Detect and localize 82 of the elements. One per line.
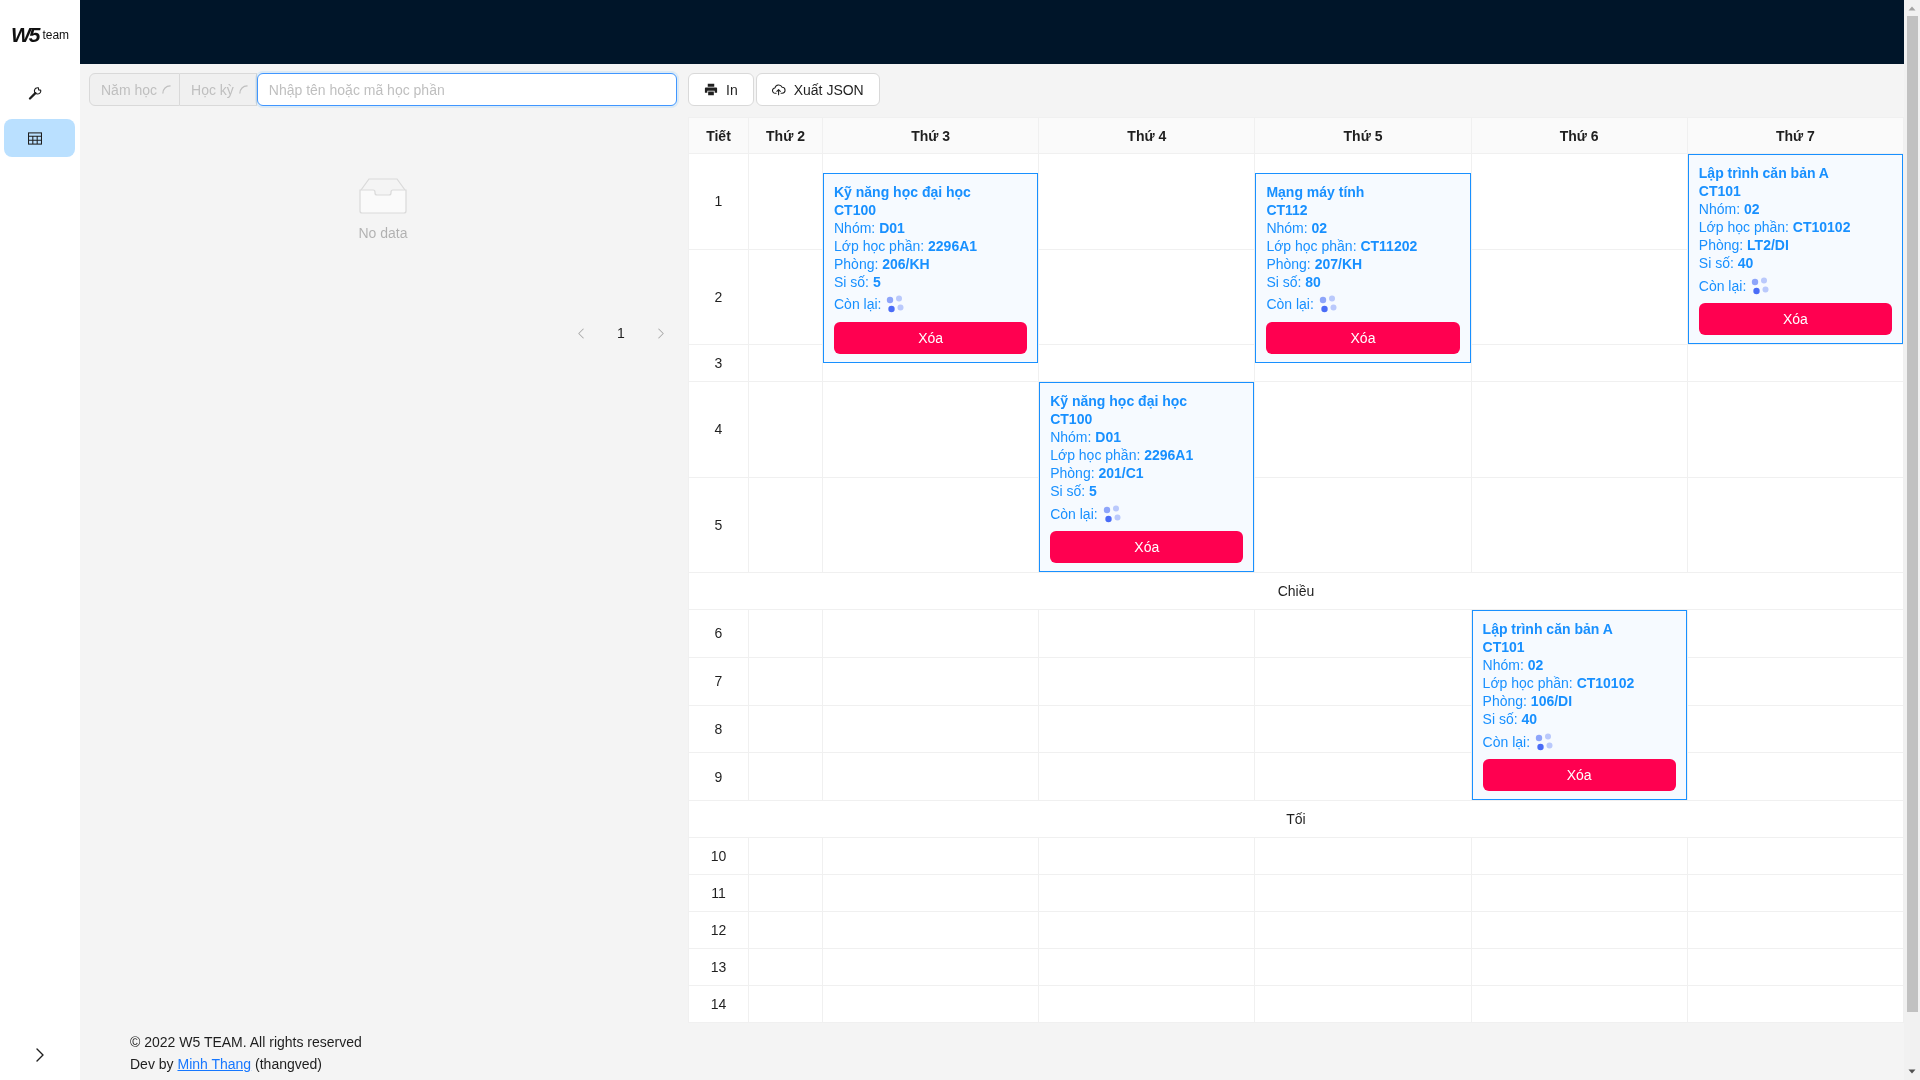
export-button[interactable]: Xuất JSON (755, 73, 880, 106)
delete-button[interactable]: Xóa (1698, 303, 1892, 335)
remaining-label: Còn lại: (1482, 732, 1531, 751)
chevron-left-icon (578, 327, 584, 339)
period-number: 12 (689, 912, 749, 949)
delete-button[interactable]: Xóa (1266, 321, 1460, 354)
course-detail: Nhóm: D01 (834, 218, 906, 237)
remaining-label: Còn lại: (1266, 295, 1314, 313)
chevron-right-icon (36, 1048, 44, 1062)
section-label: Tối (689, 801, 1904, 838)
course-code: CT101 (1698, 182, 1742, 200)
course-detail: Phòng: 206/KH (834, 254, 931, 273)
course-code: CT100 (834, 200, 878, 219)
course-detail: Phòng: LT2/DI (1698, 236, 1790, 254)
chevron-right-icon (658, 327, 664, 339)
course-detail: Nhóm: 02 (1698, 200, 1761, 218)
column-header: Thứ 3 (823, 118, 1040, 154)
course-code: CT101 (1482, 638, 1526, 656)
column-header: Thứ 6 (1471, 118, 1688, 154)
course-title: Kỹ năng học đại học (834, 182, 972, 201)
delete-button[interactable]: Xóa (1050, 531, 1244, 563)
course-detail: Si số: 40 (1698, 254, 1755, 272)
column-header: Tiết (689, 118, 749, 154)
course-title: Lập trình căn bản A (1698, 164, 1830, 182)
column-header: Thứ 4 (1039, 118, 1256, 154)
period-number: 9 (689, 753, 749, 801)
course-detail: Nhóm: D01 (1050, 428, 1122, 446)
course-detail: Nhóm: 02 (1266, 218, 1329, 237)
wrench-icon (28, 86, 42, 100)
logo-mark: W5 (10, 23, 39, 47)
period-number: 1 (689, 154, 749, 250)
remaining-label: Còn lại: (1050, 504, 1098, 523)
sidebar-menu-item[interactable] (4, 119, 75, 157)
course-code: CT112 (1266, 200, 1309, 219)
table-icon (28, 131, 42, 145)
course-detail: Nhóm: 02 (1482, 656, 1545, 674)
course-detail: Si số: 5 (834, 272, 882, 291)
column-header: Thứ 5 (1255, 118, 1472, 154)
course-title: Kỹ năng học đại học (1050, 392, 1189, 410)
author-link[interactable]: Minh Thang (177, 1056, 252, 1072)
remaining-label: Còn lại: (834, 295, 882, 313)
inbox-icon (359, 178, 407, 214)
period-number: 13 (689, 949, 749, 986)
delete-button[interactable]: Xóa (1482, 759, 1676, 791)
column-header: Thứ 7 (1687, 118, 1904, 154)
course-detail: Si số: 5 (1050, 482, 1098, 500)
period-number: 5 (689, 477, 749, 573)
remaining-label: Còn lại: (1698, 276, 1747, 295)
delete-button[interactable]: Xóa (834, 321, 1028, 354)
printer-icon (704, 83, 718, 96)
course-detail: Phòng: 201/C1 (1050, 464, 1145, 482)
page-item[interactable]: 1 (605, 317, 637, 349)
course-detail: Lớp học phần: 2296A1 (1050, 446, 1195, 464)
search-field[interactable]: Nhập tên hoặc mã học phần (256, 73, 677, 106)
period-number: 7 (689, 657, 749, 706)
section-label: Chiều (689, 573, 1904, 610)
course-detail: Lớp học phần: 2296A1 (834, 236, 979, 255)
empty-message: No data (358, 224, 408, 243)
course-title: Mạng máy tính (1266, 182, 1366, 201)
cloud-upload-icon (771, 83, 786, 96)
column-header: Thứ 2 (749, 118, 823, 154)
course-detail: Phòng: 106/DI (1482, 692, 1574, 710)
course-code: CT100 (1050, 410, 1094, 428)
print-button[interactable]: In (688, 73, 754, 106)
period-number: 8 (689, 705, 749, 754)
logo-text: team (42, 27, 70, 43)
course-detail: Lớp học phần: CT11202 (1266, 236, 1419, 255)
course-detail: Phòng: 207/KH (1266, 254, 1364, 273)
credit-text: Dev by Minh Thang (thangved) (130, 1055, 323, 1074)
period-number: 11 (689, 875, 749, 912)
period-number: 4 (689, 382, 749, 478)
period-number: 10 (689, 838, 749, 875)
copyright-text: © 2022 W5 TEAM. All rights reserved (130, 1033, 363, 1052)
period-number: 6 (689, 610, 749, 658)
course-detail: Lớp học phần: CT10102 (1698, 218, 1852, 236)
course-detail: Lớp học phần: CT10102 (1482, 674, 1636, 692)
course-title: Lập trình căn bản A (1482, 620, 1614, 638)
course-detail: Si số: 80 (1266, 272, 1322, 291)
period-number: 14 (689, 986, 749, 1023)
period-number: 3 (689, 345, 749, 382)
course-detail: Si số: 40 (1482, 710, 1539, 728)
period-number: 2 (689, 249, 749, 345)
